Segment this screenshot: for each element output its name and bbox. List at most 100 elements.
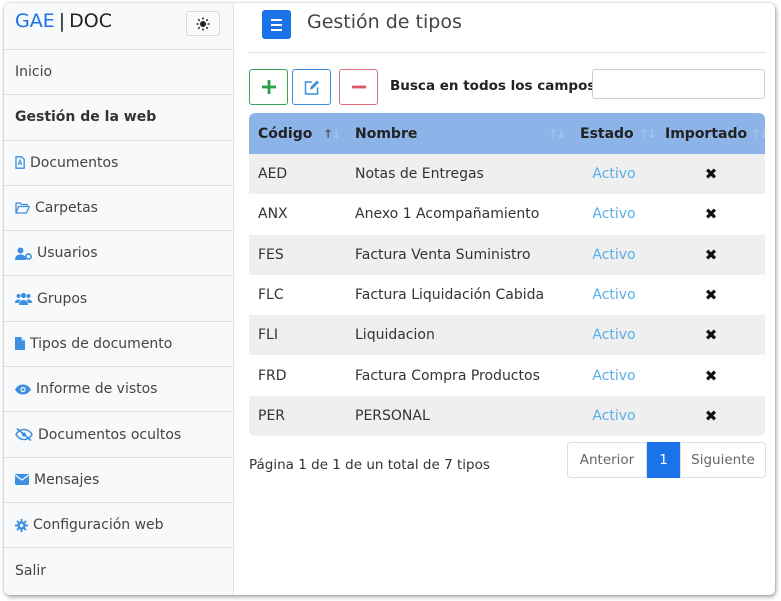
column-header-label: Nombre (355, 125, 418, 142)
minus-icon (351, 85, 366, 89)
column-header-label: Estado (580, 125, 634, 142)
search-label: Busca en todos los campos: (390, 78, 601, 94)
gear-icon (15, 518, 28, 532)
sidebar-item-label: Documentos ocultos (38, 426, 182, 443)
table-row[interactable]: FRD Factura Compra Productos Activo ✖ (249, 355, 765, 396)
cell-nombre: Factura Liquidación Cabida (355, 287, 545, 304)
sidebar-item-carpetas[interactable]: Carpetas (4, 186, 233, 232)
brand-logo[interactable]: GAE | DOC (15, 10, 112, 32)
table-header: Código ↑↓ Nombre ↑↓ Estado ↑↓ Importado … (249, 113, 765, 154)
cell-nombre: Anexo 1 Acompañamiento (355, 206, 540, 223)
theme-toggle-button[interactable] (186, 11, 220, 36)
sidebar-item-label: Mensajes (34, 471, 100, 488)
cell-codigo: PER (258, 407, 286, 424)
cell-codigo: FRD (258, 367, 287, 384)
column-header-nombre[interactable]: Nombre ↑↓ (346, 126, 571, 142)
sidebar-item-salir[interactable]: Salir (4, 548, 233, 593)
brand-part-doc: DOC (69, 10, 112, 32)
table-row[interactable]: FLC Factura Liquidación Cabida Activo ✖ (249, 274, 765, 316)
column-header-estado[interactable]: Estado ↑↓ (571, 126, 657, 142)
not-imported-icon: ✖ (704, 286, 718, 305)
not-imported-icon: ✖ (704, 245, 718, 264)
cell-estado: Activo (592, 246, 636, 263)
plus-icon (261, 80, 276, 94)
pagination: Anterior 1 Siguiente (567, 442, 766, 478)
cell-estado: Activo (592, 166, 636, 183)
sidebar-item-label: Grupos (37, 290, 88, 307)
brand-separator: | (58, 10, 66, 32)
not-imported-icon: ✖ (704, 165, 718, 184)
cell-nombre: Liquidacion (355, 327, 435, 344)
cell-estado: Activo (592, 327, 636, 344)
add-button[interactable] (249, 69, 288, 105)
column-header-importado[interactable]: Importado ↑↓ (657, 126, 765, 142)
cell-estado: Activo (592, 407, 636, 424)
cell-nombre: Factura Compra Productos (355, 367, 540, 384)
cell-estado: Activo (592, 287, 636, 304)
users-icon (15, 293, 32, 306)
table-row[interactable]: FLI Liquidacion Activo ✖ (249, 315, 765, 356)
sidebar-item-usuarios[interactable]: Usuarios (4, 231, 233, 277)
column-header-codigo[interactable]: Código ↑↓ (249, 126, 346, 142)
sidebar-item-inicio[interactable]: Inicio (4, 50, 233, 96)
sidebar-item-configuracion-web[interactable]: Configuración web (4, 503, 233, 549)
sidebar-item-gestion-web[interactable]: Gestión de la web (4, 95, 233, 141)
main-content: Gestión de tipos Busca en todos los camp… (235, 3, 775, 595)
sidebar-item-informe-vistos[interactable]: Informe de vistos (4, 367, 233, 413)
hamburger-icon-line (271, 28, 282, 31)
sidebar-item-documentos[interactable]: Documentos (4, 141, 233, 186)
not-imported-icon: ✖ (704, 205, 718, 224)
page-title: Gestión de tipos (307, 11, 462, 33)
sort-asc-icon: ↑↓ (323, 126, 341, 141)
table-row[interactable]: AED Notas de Entregas Activo ✖ (249, 154, 765, 195)
cell-codigo: AED (258, 166, 288, 183)
cell-estado: Activo (592, 367, 636, 384)
edit-button[interactable] (292, 69, 331, 105)
page-1-button[interactable]: 1 (647, 442, 680, 478)
pagination-info: Página 1 de 1 de un total de 7 tipos (249, 457, 490, 473)
next-page-button[interactable]: Siguiente (680, 442, 766, 478)
folder-open-icon (15, 202, 30, 214)
sidebar-item-documentos-ocultos[interactable]: Documentos ocultos (4, 412, 233, 458)
sidebar-item-label: Gestión de la web (15, 109, 157, 126)
delete-button[interactable] (339, 69, 378, 105)
cell-codigo: FLI (258, 327, 278, 344)
not-imported-icon: ✖ (704, 406, 718, 425)
not-imported-icon: ✖ (704, 326, 718, 345)
table-row[interactable]: ANX Anexo 1 Acompañamiento Activo ✖ (249, 194, 765, 235)
sun-icon (196, 17, 210, 30)
page-header: Gestión de tipos (248, 3, 766, 53)
sidebar-item-label: Tipos de documento (30, 335, 173, 352)
brand-part-gae: GAE (15, 10, 55, 32)
user-cog-icon (15, 247, 32, 260)
eye-slash-icon (15, 428, 33, 442)
app-window: GAE | DOC Inicio Gestión de la web Docum… (4, 3, 775, 595)
sidebar-item-label: Configuración web (33, 517, 164, 534)
sidebar-item-tipos-documento[interactable]: Tipos de documento (4, 322, 233, 368)
sort-icon: ↑↓ (548, 126, 566, 141)
table-row[interactable]: FES Factura Venta Suministro Activo ✖ (249, 234, 765, 275)
sidebar-item-mensajes[interactable]: Mensajes (4, 458, 233, 503)
cell-estado: Activo (592, 206, 636, 223)
cell-nombre: PERSONAL (355, 407, 430, 424)
cell-nombre: Factura Venta Suministro (355, 246, 531, 263)
sidebar-item-label: Carpetas (35, 200, 98, 217)
table-row[interactable]: PER PERSONAL Activo ✖ (249, 395, 765, 437)
search-input[interactable] (592, 69, 765, 99)
sort-icon: ↑↓ (751, 126, 765, 141)
sidebar-item-label: Usuarios (37, 245, 98, 262)
previous-page-button[interactable]: Anterior (567, 442, 647, 478)
sidebar-item-label: Informe de vistos (36, 381, 158, 398)
column-header-label: Importado (665, 125, 748, 142)
sidebar: GAE | DOC Inicio Gestión de la web Docum… (4, 3, 234, 595)
envelope-icon (15, 474, 29, 486)
edit-icon (304, 80, 319, 95)
column-header-label: Código (258, 125, 313, 142)
menu-toggle-button[interactable] (262, 10, 291, 39)
sidebar-item-label: Documentos (30, 154, 119, 171)
eye-icon (15, 384, 31, 395)
sidebar-item-grupos[interactable]: Grupos (4, 276, 233, 322)
sort-icon: ↑↓ (639, 126, 657, 141)
hamburger-icon-line (271, 18, 282, 21)
cell-codigo: FLC (258, 287, 284, 304)
